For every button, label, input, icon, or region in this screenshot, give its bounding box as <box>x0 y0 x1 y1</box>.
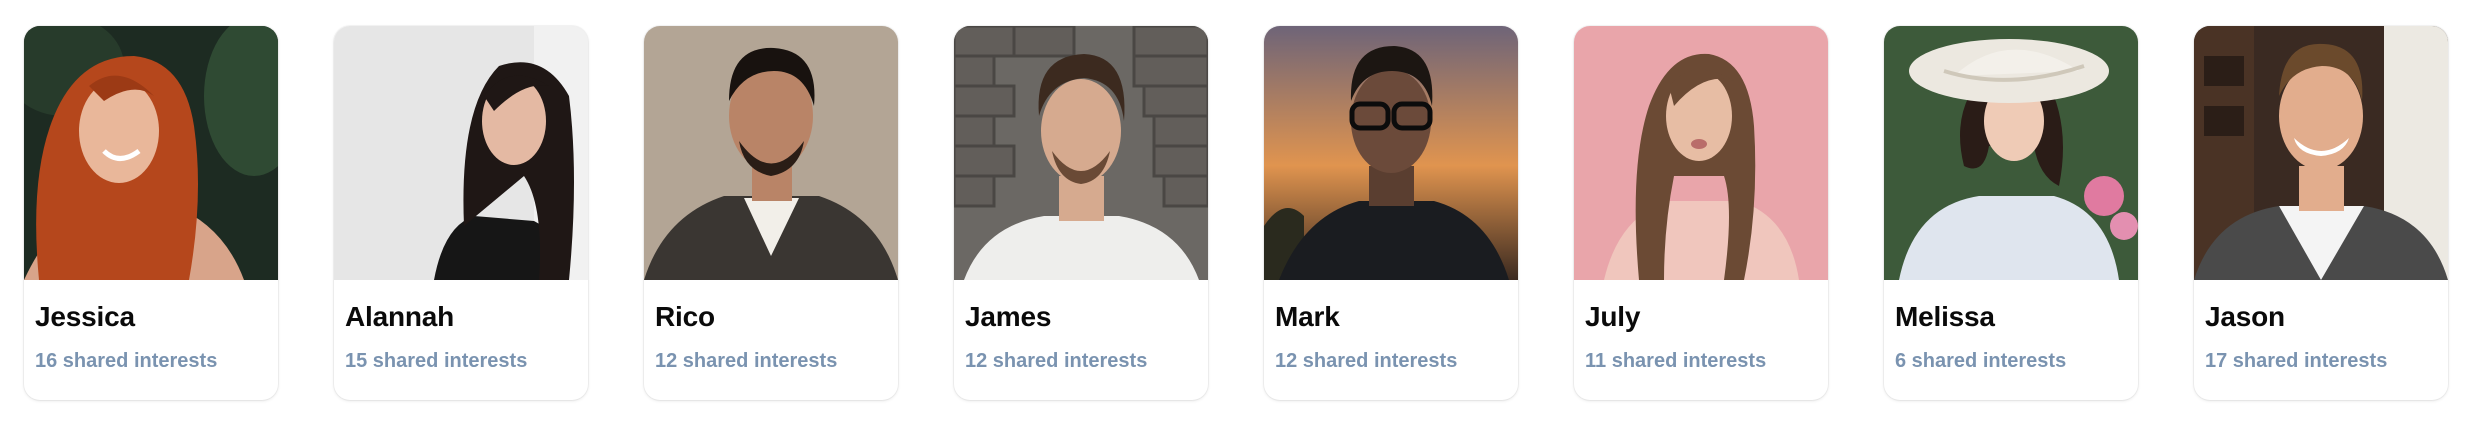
profile-card-alannah[interactable]: Alannah 15 shared interests <box>334 26 588 400</box>
shared-interests-count: 12 shared interests <box>1275 350 1458 372</box>
profile-card-melissa[interactable]: Melissa 6 shared interests <box>1884 26 2138 400</box>
profile-card-july[interactable]: July 11 shared interests <box>1574 26 1828 400</box>
profile-photo-image <box>1264 26 1518 280</box>
shared-interests-count: 6 shared interests <box>1895 350 2067 372</box>
profile-info: James 12 shared interests <box>954 300 1208 374</box>
profile-name: Jessica <box>35 301 135 332</box>
profile-name: July <box>1585 301 1641 332</box>
profile-info: July 11 shared interests <box>1574 300 1828 374</box>
profile-name: Mark <box>1275 301 1340 332</box>
profile-info: Jessica 16 shared interests <box>24 300 278 374</box>
profile-photo-image <box>644 26 898 280</box>
shared-interests-count: 12 shared interests <box>965 350 1148 372</box>
profile-photo <box>1264 26 1518 280</box>
profile-photo <box>954 26 1208 280</box>
profile-card-james[interactable]: James 12 shared interests <box>954 26 1208 400</box>
shared-interests-count: 11 shared interests <box>1585 350 1767 372</box>
profile-name: Alannah <box>345 301 455 332</box>
profile-info: Jason 17 shared interests <box>2194 300 2448 374</box>
shared-interests-count: 15 shared interests <box>345 350 528 372</box>
profile-photo <box>1884 26 2138 280</box>
profile-photo-image <box>24 26 278 280</box>
profile-name: Melissa <box>1895 301 1995 332</box>
profile-photo-image <box>1574 26 1828 280</box>
profile-name: Rico <box>655 301 715 332</box>
profile-card-jason[interactable]: Jason 17 shared interests <box>2194 26 2448 400</box>
profile-name: James <box>965 301 1052 332</box>
profile-card-rico[interactable]: Rico 12 shared interests <box>644 26 898 400</box>
profile-photo <box>334 26 588 280</box>
profile-info: Mark 12 shared interests <box>1264 300 1518 374</box>
profile-info: Rico 12 shared interests <box>644 300 898 374</box>
shared-interests-count: 17 shared interests <box>2205 350 2388 372</box>
shared-interests-count: 16 shared interests <box>35 350 218 372</box>
profile-list: Jessica 16 shared interests Alannah 15 s… <box>24 26 2448 400</box>
profile-photo-image <box>954 26 1208 280</box>
profile-photo <box>644 26 898 280</box>
shared-interests-count: 12 shared interests <box>655 350 838 372</box>
profile-name: Jason <box>2205 301 2285 332</box>
profile-info: Melissa 6 shared interests <box>1884 300 2138 374</box>
profile-photo <box>24 26 278 280</box>
profile-photo <box>1574 26 1828 280</box>
profile-photo-image <box>1884 26 2138 280</box>
profile-info: Alannah 15 shared interests <box>334 300 588 374</box>
profile-photo-image <box>2194 26 2448 280</box>
profile-card-jessica[interactable]: Jessica 16 shared interests <box>24 26 278 400</box>
profile-photo-image <box>334 26 588 280</box>
profile-photo <box>2194 26 2448 280</box>
profile-card-mark[interactable]: Mark 12 shared interests <box>1264 26 1518 400</box>
